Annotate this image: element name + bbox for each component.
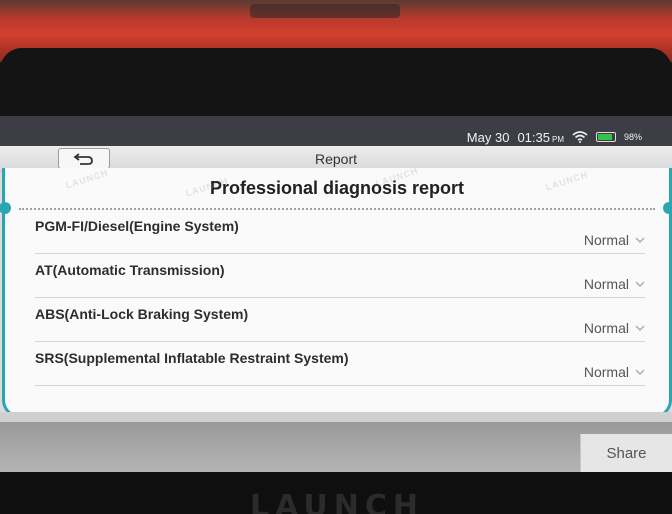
chevron-down-icon — [635, 281, 645, 287]
status-indicators: May 30 01:35 PM 98% — [467, 128, 642, 146]
status-bar: May 30 01:35 PM 98% — [0, 116, 672, 146]
device-logo: LAUNCH — [250, 490, 425, 514]
share-button[interactable]: Share — [580, 434, 672, 472]
status-dropdown[interactable]: Normal — [584, 320, 645, 336]
report-title: Professional diagnosis report — [209, 177, 465, 198]
card-connector-right — [663, 202, 672, 214]
report-card: Professional diagnosis report LAUNCH LAU… — [0, 165, 672, 418]
card-connector-left — [0, 202, 11, 214]
report-row: ABS(Anti-Lock Braking System) Normal — [35, 298, 645, 342]
status-value: Normal — [583, 276, 629, 292]
page-title: Report — [314, 151, 358, 167]
status-time: 01:35 PM — [517, 130, 564, 145]
footer-bar — [0, 422, 672, 472]
content-divider — [0, 412, 672, 422]
battery-icon — [595, 132, 616, 142]
status-dropdown[interactable]: Normal — [584, 232, 645, 248]
system-name: SRS(Supplemental Inflatable Restraint Sy… — [35, 350, 349, 366]
status-ampm: PM — [551, 134, 564, 144]
system-name: PGM-FI/Diesel(Engine System) — [35, 218, 239, 234]
status-date: May 30 — [466, 129, 510, 145]
device-frame-shadow — [250, 4, 400, 18]
report-row: PGM-FI/Diesel(Engine System) Normal — [35, 210, 645, 254]
battery-percent: 98% — [623, 132, 642, 142]
status-dropdown[interactable]: Normal — [584, 276, 645, 292]
status-dropdown[interactable]: Normal — [584, 364, 645, 380]
status-value: Normal — [583, 364, 629, 380]
system-name: ABS(Anti-Lock Braking System) — [35, 306, 249, 322]
report-row: SRS(Supplemental Inflatable Restraint Sy… — [35, 342, 645, 386]
status-time-value: 01:35 — [517, 129, 550, 145]
chevron-down-icon — [635, 237, 645, 243]
status-value: Normal — [583, 232, 629, 248]
system-name: AT(Automatic Transmission) — [35, 262, 225, 278]
wifi-icon — [572, 131, 588, 143]
report-header: Professional diagnosis report — [0, 168, 672, 214]
status-value: Normal — [583, 320, 629, 336]
report-row: AT(Automatic Transmission) Normal — [35, 254, 645, 298]
chevron-down-icon — [635, 325, 645, 331]
chevron-down-icon — [635, 369, 645, 375]
device-screen: May 30 01:35 PM 98% Report Professional d… — [0, 116, 672, 472]
